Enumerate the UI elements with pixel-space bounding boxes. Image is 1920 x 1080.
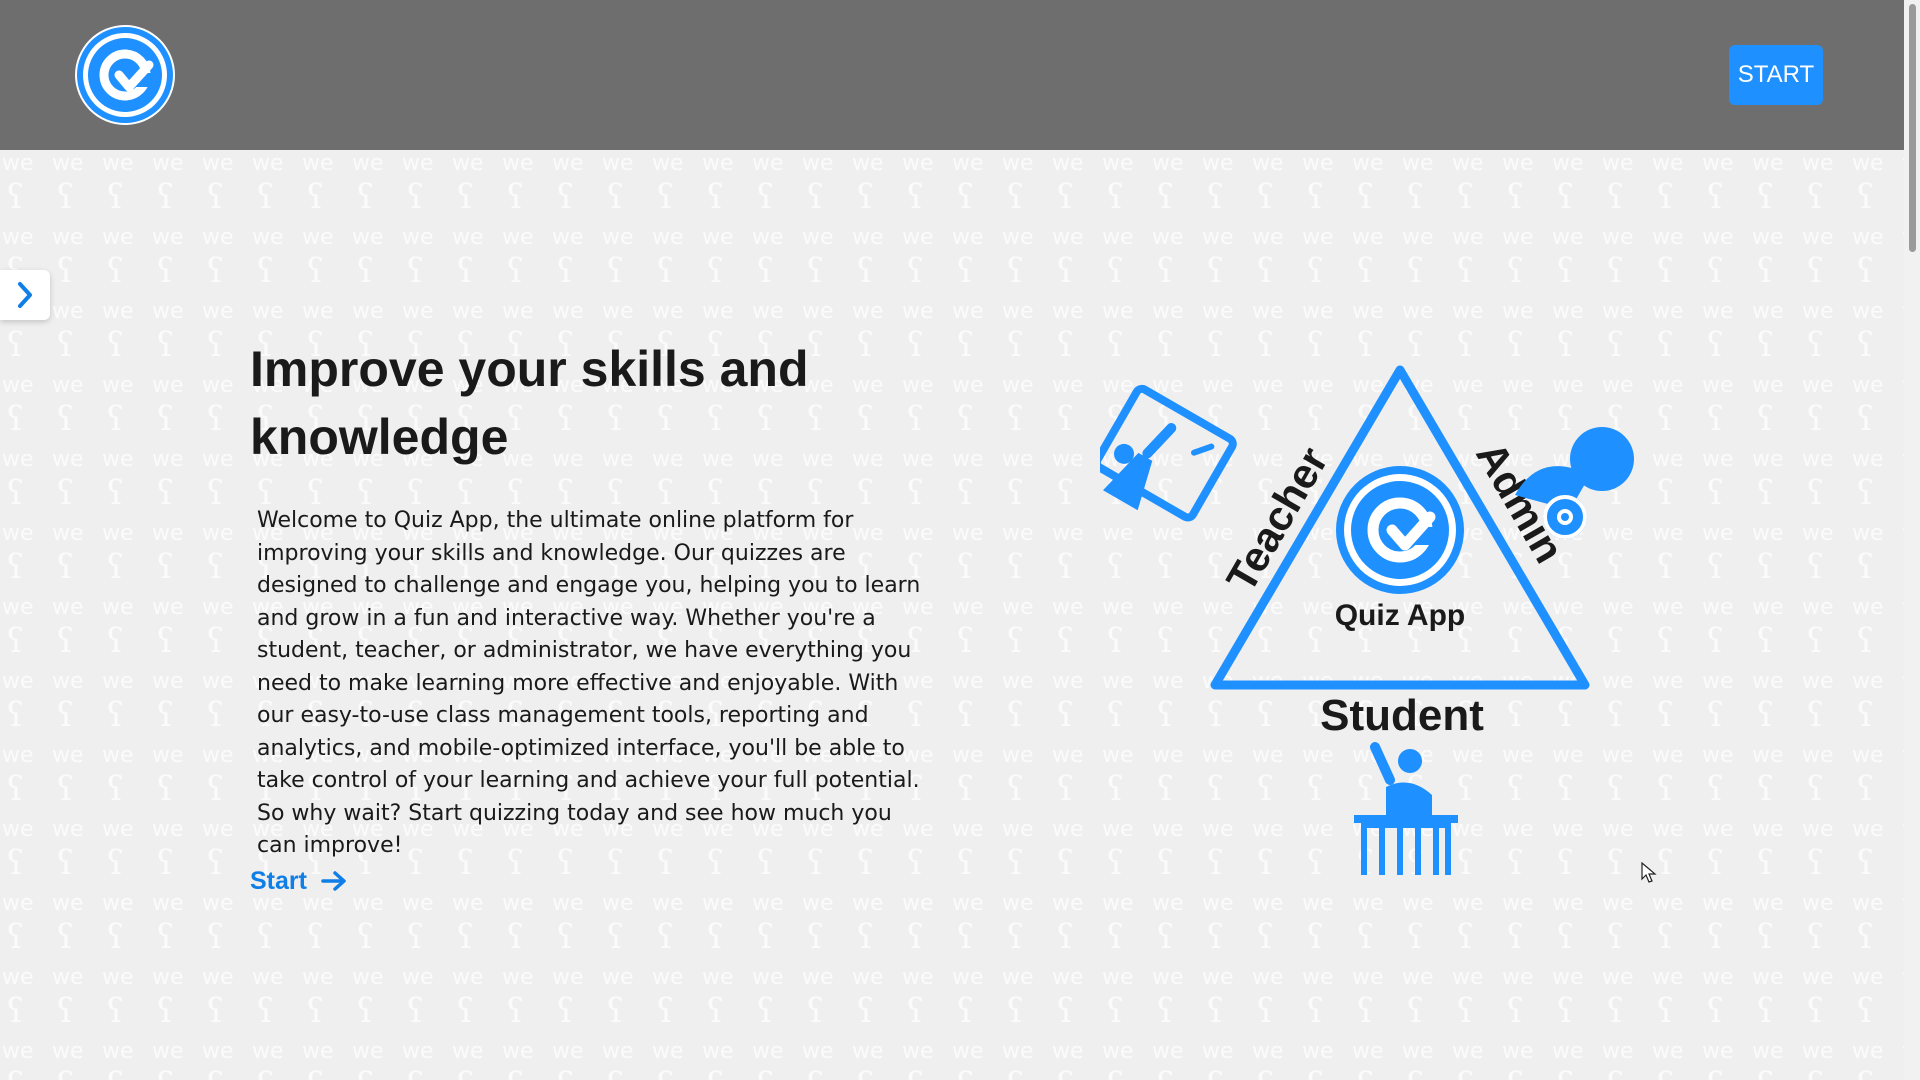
start-link-label: Start: [250, 866, 307, 895]
page-title: Improve your skills and knowledge: [250, 341, 809, 465]
start-link[interactable]: Start: [250, 862, 347, 900]
student-label: Student: [1320, 691, 1484, 740]
chevron-right-icon: [18, 282, 32, 308]
center-label: Quiz App: [1335, 599, 1466, 632]
sidebar-toggle-button[interactable]: [0, 270, 50, 320]
quiz-app-roles-illustration: Quiz App Teacher Admin Student: [1100, 365, 1634, 875]
student-icon: [1354, 742, 1458, 875]
start-button[interactable]: START: [1729, 45, 1823, 105]
teacher-icon: [1100, 384, 1237, 522]
center-logo-icon: [1336, 466, 1464, 594]
quiz-app-logo-icon[interactable]: [75, 25, 175, 125]
intro-paragraph: Welcome to Quiz App, the ultimate online…: [257, 508, 921, 858]
scrollbar-thumb[interactable]: [1909, 4, 1916, 252]
arrow-right-icon: [321, 871, 346, 891]
mouse-cursor-icon: [1641, 862, 1657, 883]
page: we ʕ ʕ we START Improve your skills and: [0, 0, 1904, 1080]
vertical-scrollbar[interactable]: [1904, 0, 1920, 1080]
top-navbar: START: [0, 0, 1904, 150]
